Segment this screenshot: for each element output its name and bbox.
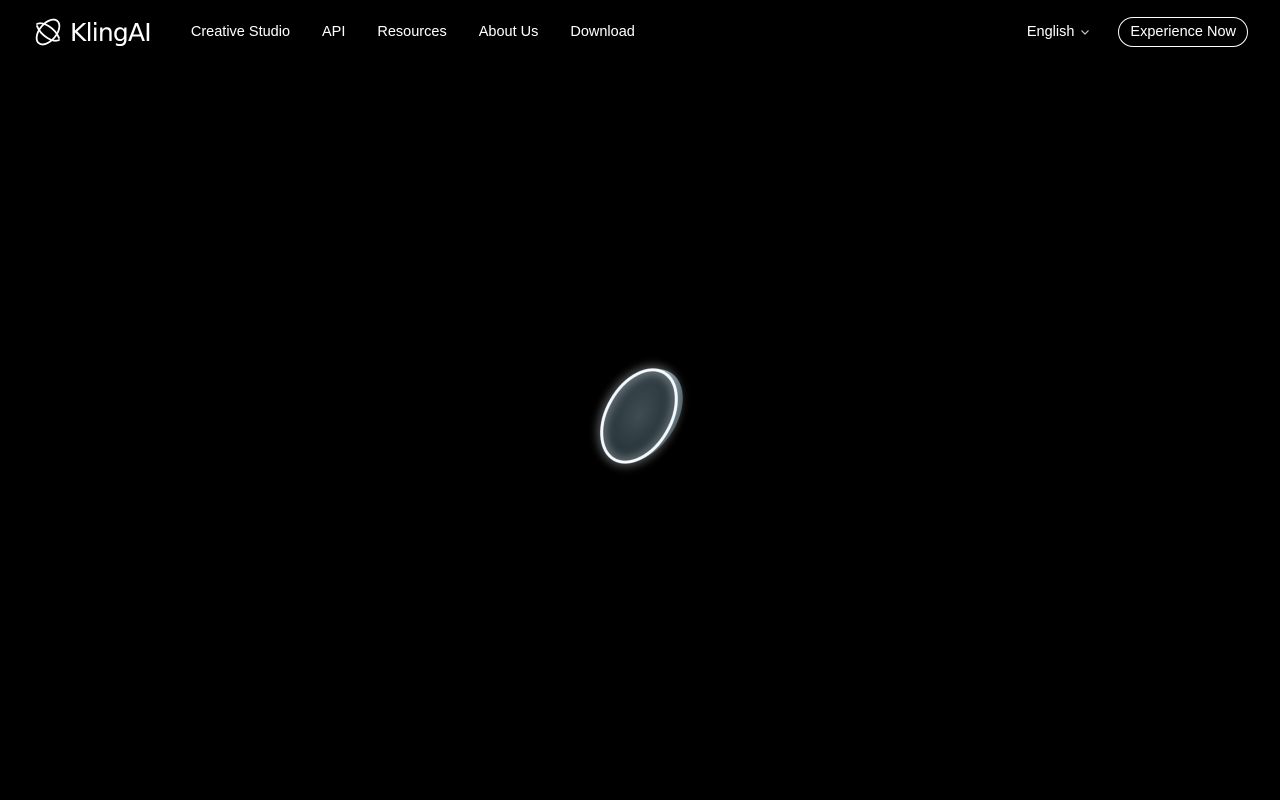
loading-animation xyxy=(560,330,720,500)
orbit-logo-icon xyxy=(32,16,64,48)
landing-page: KlingAI Creative Studio API Resources Ab… xyxy=(0,0,1280,800)
experience-now-button[interactable]: Experience Now xyxy=(1118,17,1248,47)
nav-item-about-us[interactable]: About Us xyxy=(479,24,539,40)
top-navigation-bar: KlingAI Creative Studio API Resources Ab… xyxy=(0,0,1280,64)
nav-item-api[interactable]: API xyxy=(322,24,345,40)
glowing-ring-loader-icon xyxy=(600,368,683,464)
main-nav: Creative Studio API Resources About Us D… xyxy=(191,24,635,40)
nav-item-creative-studio[interactable]: Creative Studio xyxy=(191,24,290,40)
nav-item-resources[interactable]: Resources xyxy=(377,24,446,40)
nav-item-download[interactable]: Download xyxy=(570,24,635,40)
header-actions: English Experience Now xyxy=(1027,17,1248,47)
language-selector[interactable]: English xyxy=(1027,24,1091,40)
brand-name: KlingAI xyxy=(70,17,152,47)
brand-logo[interactable]: KlingAI xyxy=(32,16,152,48)
chevron-down-icon xyxy=(1080,27,1090,37)
language-label: English xyxy=(1026,24,1075,40)
